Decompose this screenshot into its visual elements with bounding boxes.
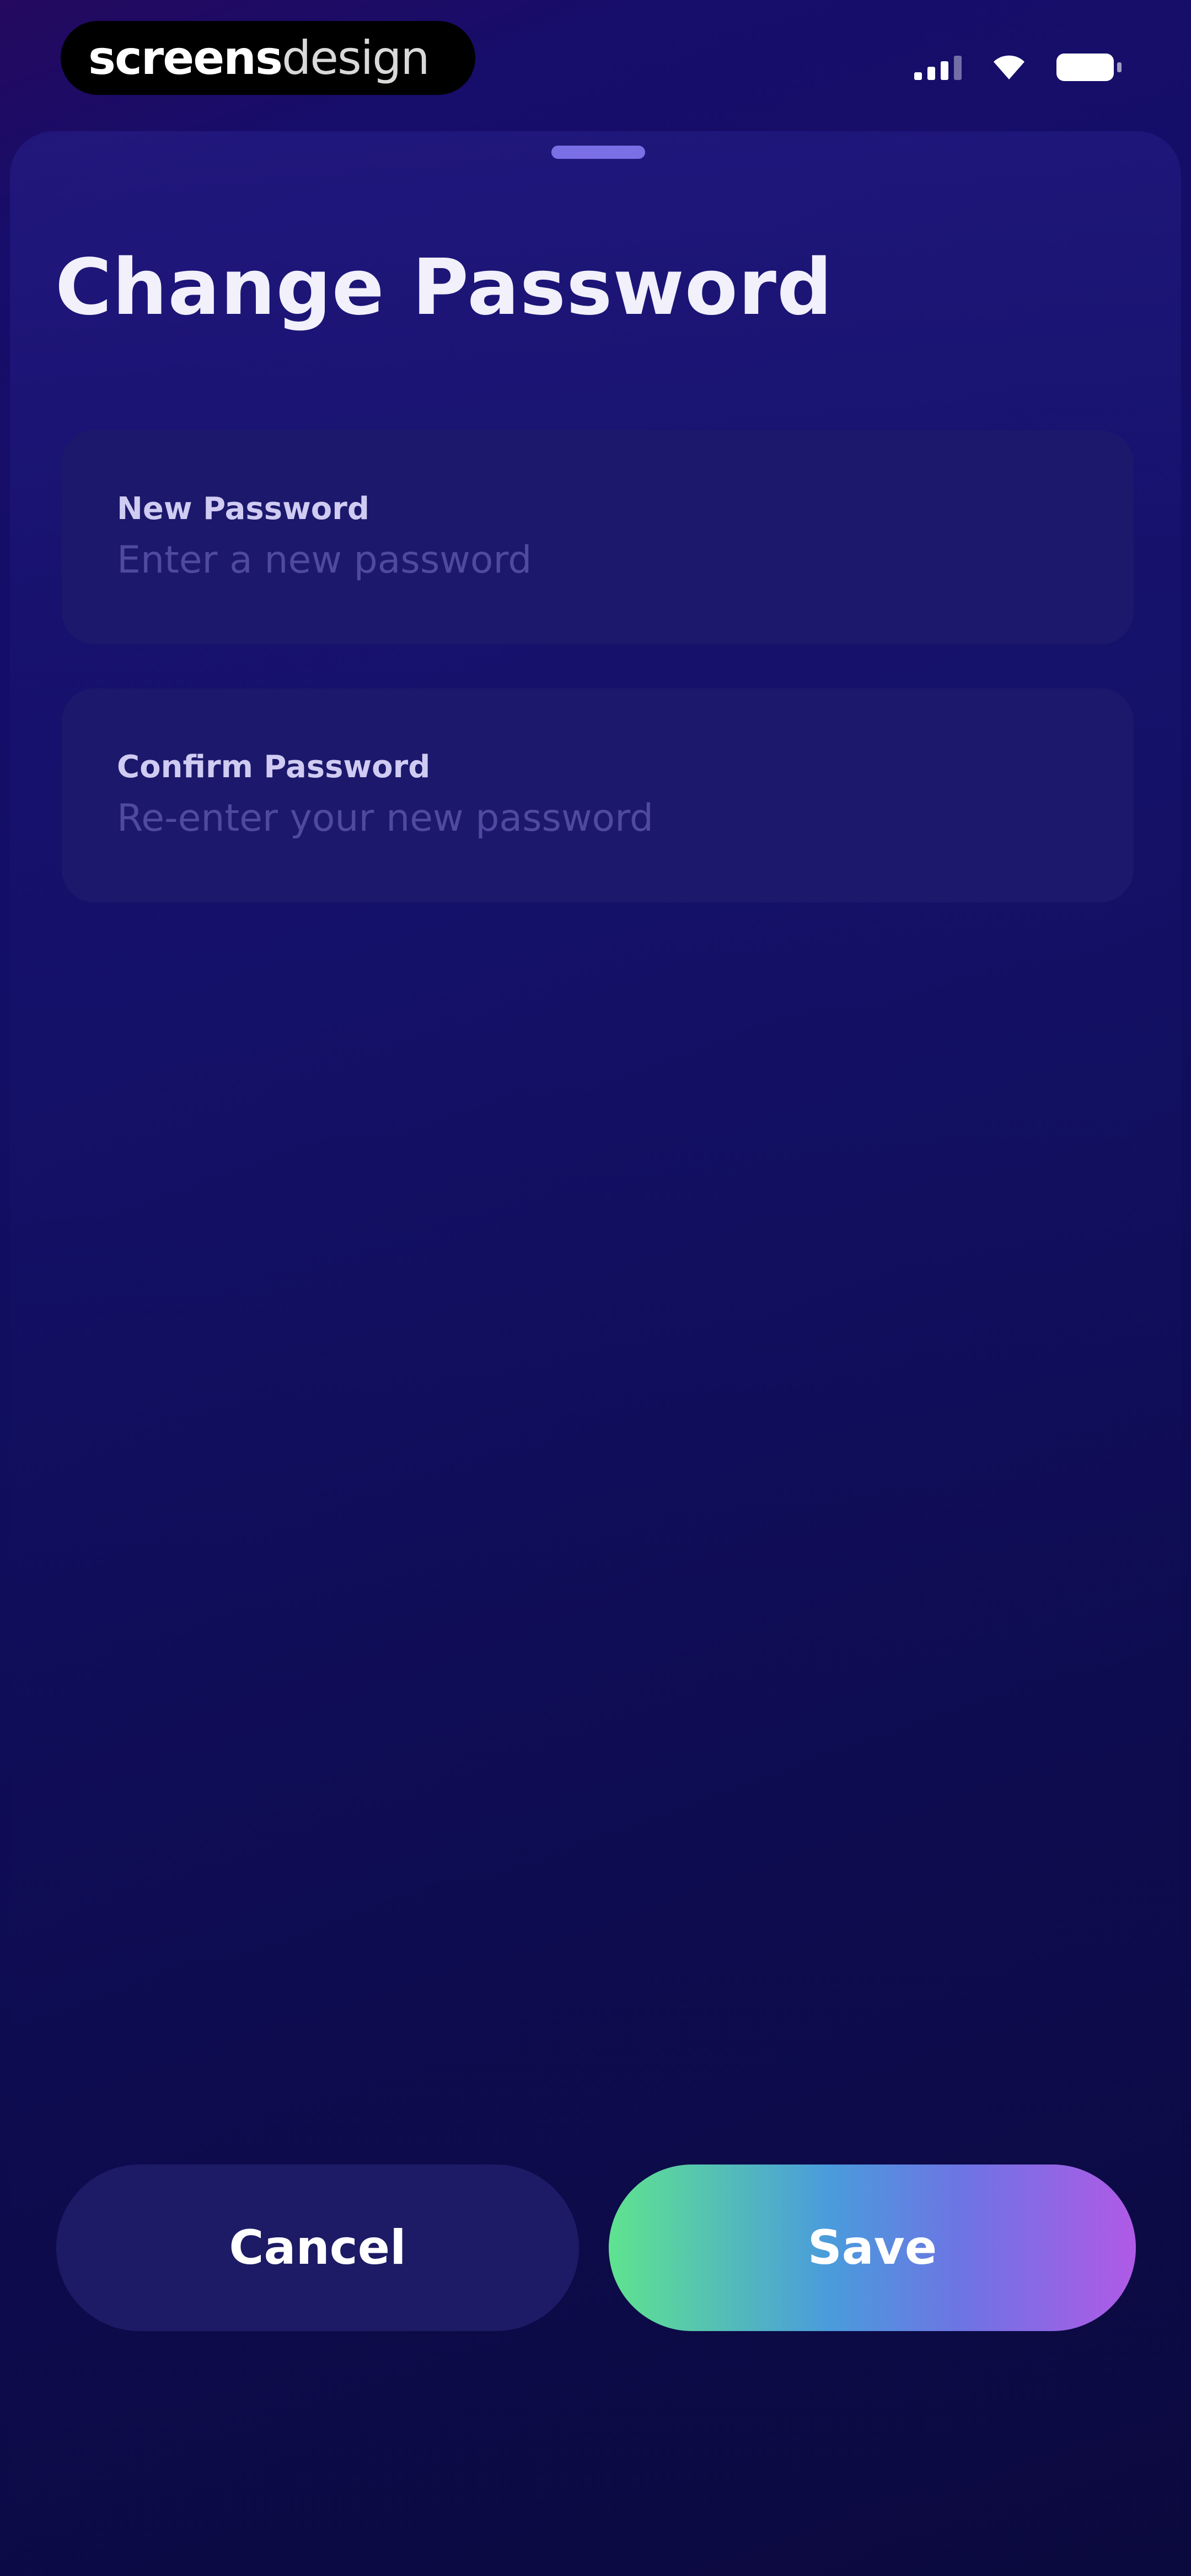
new-password-input[interactable] [117, 535, 1087, 585]
status-icons [914, 51, 1122, 84]
cellular-signal-icon [914, 55, 962, 80]
new-password-field[interactable]: New Password [62, 430, 1134, 644]
sheet-grabber-handle[interactable] [551, 146, 645, 159]
brand-text-light: design [281, 31, 430, 85]
confirm-password-input[interactable] [117, 793, 1087, 843]
wifi-icon [994, 55, 1024, 79]
cancel-button[interactable]: Cancel [56, 2165, 579, 2331]
confirm-password-field[interactable]: Confirm Password [62, 688, 1134, 902]
page-title: Change Password [55, 243, 833, 333]
battery-icon [1056, 54, 1122, 81]
brand-watermark: screens design [61, 21, 475, 95]
confirm-password-label: Confirm Password [117, 749, 431, 785]
change-password-screen: screens design Change Password New Passwo… [0, 0, 1191, 2576]
brand-text-bold: screens [88, 31, 283, 85]
new-password-label: New Password [117, 491, 369, 527]
save-button[interactable]: Save [609, 2165, 1136, 2331]
